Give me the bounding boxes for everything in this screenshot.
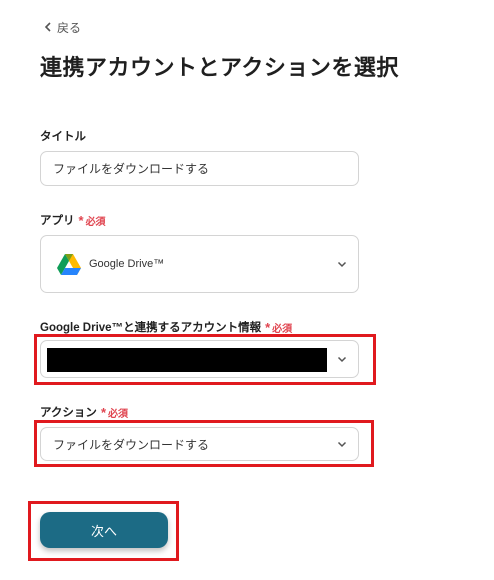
required-badge: * 必須 <box>100 404 128 420</box>
back-link[interactable]: 戻る <box>44 18 81 36</box>
required-text: 必須 <box>272 323 293 335</box>
title-input[interactable]: ファイルをダウンロードする <box>40 151 359 186</box>
chevron-down-icon <box>337 356 347 363</box>
app-select-value: Google Drive™ <box>89 258 165 270</box>
required-text: 必須 <box>85 216 106 228</box>
title-label-text: タイトル <box>40 131 86 143</box>
required-text: 必須 <box>108 408 128 420</box>
required-badge: * 必須 <box>265 319 293 335</box>
chevron-down-icon <box>337 261 347 268</box>
app-label-text: アプリ <box>40 215 75 227</box>
chevron-left-icon <box>44 22 51 32</box>
title-input-value: ファイルをダウンロードする <box>53 162 210 176</box>
chevron-down-icon <box>337 441 347 448</box>
app-select[interactable]: Google Drive™ <box>40 235 359 293</box>
google-drive-icon <box>57 253 81 275</box>
account-select[interactable] <box>40 340 359 378</box>
account-label-text: Google Drive™と連携するアカウント情報 <box>40 322 262 334</box>
title-field-label: タイトル <box>40 128 86 144</box>
next-button[interactable]: 次へ <box>40 512 168 548</box>
app-field-label: アプリ * 必須 <box>40 212 106 228</box>
action-label-text: アクション <box>40 407 97 419</box>
required-badge: * 必須 <box>78 212 106 228</box>
back-label: 戻る <box>57 20 82 35</box>
action-select-value: ファイルをダウンロードする <box>53 437 210 452</box>
action-select[interactable]: ファイルをダウンロードする <box>40 427 359 461</box>
next-button-label: 次へ <box>90 523 117 539</box>
account-field-label: Google Drive™と連携するアカウント情報 * 必須 <box>40 319 292 335</box>
redacted-account-value <box>47 348 327 372</box>
action-field-label: アクション * 必須 <box>40 404 128 420</box>
page-title: 連携アカウントとアクションを選択 <box>40 55 399 80</box>
